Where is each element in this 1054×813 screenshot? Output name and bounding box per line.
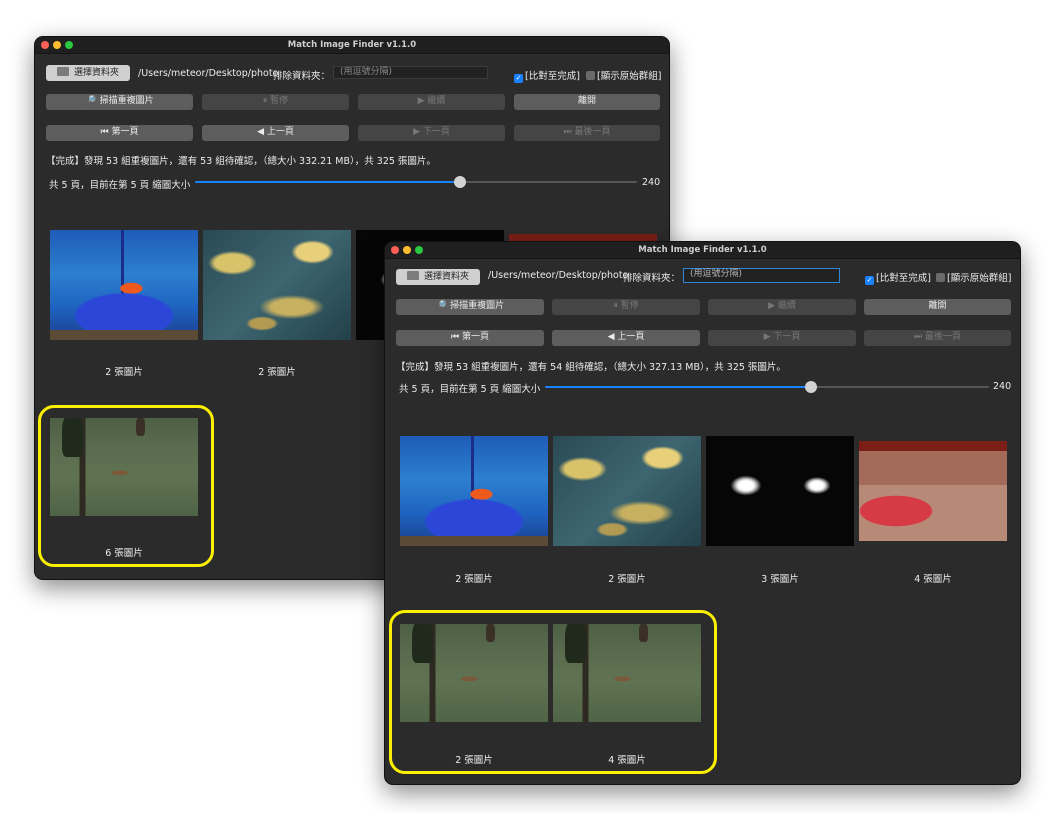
compare-done-checkbox[interactable]: ✓ [比對至完成] bbox=[865, 270, 931, 285]
show-groups-checkbox[interactable]: [顯示原始群組] bbox=[586, 68, 661, 82]
thumb-size-value: 240 bbox=[642, 177, 661, 188]
group-thumbnail[interactable] bbox=[859, 441, 1007, 541]
group-count: 4 張圖片 bbox=[608, 755, 646, 766]
exclude-label: 排除資料夾： bbox=[623, 273, 681, 284]
last-page-button[interactable]: ⏭ 最後一頁 bbox=[864, 330, 1011, 346]
window-title: Match Image Finder v1.1.0 bbox=[287, 40, 417, 50]
group-thumbnail[interactable] bbox=[400, 436, 548, 546]
group-thumbnail[interactable] bbox=[50, 230, 198, 340]
group-thumbnail[interactable] bbox=[50, 418, 198, 516]
prev-page-button[interactable]: ◀ 上一頁 bbox=[202, 125, 349, 141]
folder-icon bbox=[406, 271, 419, 280]
group-thumbnail[interactable] bbox=[203, 230, 351, 340]
folder-path: /Users/meteor/Desktop/photo bbox=[488, 270, 629, 281]
group-count: 3 張圖片 bbox=[761, 574, 799, 585]
choose-folder-label: 選擇資料夾 bbox=[423, 272, 469, 282]
first-page-button[interactable]: ⏮ 第一頁 bbox=[46, 125, 193, 141]
group-thumbnail[interactable] bbox=[553, 436, 701, 546]
page-info: 共 5 頁，目前在第 5 頁 縮圖大小 bbox=[49, 180, 191, 191]
folder-icon bbox=[56, 67, 69, 76]
group-count: 4 張圖片 bbox=[914, 574, 952, 585]
scan-label: 掃描重複圖片 bbox=[450, 301, 505, 311]
exclude-input[interactable]: (用逗號分隔) bbox=[333, 66, 488, 79]
thumb-size-slider[interactable] bbox=[545, 381, 989, 393]
folder-path: /Users/meteor/Desktop/photo bbox=[138, 68, 279, 79]
scan-label: 掃描重複圖片 bbox=[99, 96, 154, 106]
checkbox-checked-icon: ✓ bbox=[514, 74, 523, 83]
thumb-size-value: 240 bbox=[993, 381, 1012, 392]
group-thumbnail[interactable] bbox=[400, 624, 548, 722]
app-window-front: Match Image Finder v1.1.0 選擇資料夾 /Users/m… bbox=[384, 241, 1021, 785]
checkbox-checked-icon: ✓ bbox=[865, 276, 874, 285]
exit-button[interactable]: 離開 bbox=[864, 299, 1011, 315]
show-groups-checkbox[interactable]: [顯示原始群組] bbox=[936, 270, 1011, 284]
window-title: Match Image Finder v1.1.0 bbox=[638, 245, 767, 255]
choose-folder-label: 選擇資料夾 bbox=[73, 68, 119, 78]
group-thumbnail[interactable] bbox=[706, 436, 854, 546]
magnifier-icon: 🔎 bbox=[435, 301, 448, 311]
group-count: 2 張圖片 bbox=[455, 755, 493, 766]
group-count: 2 張圖片 bbox=[258, 367, 296, 378]
group-thumbnail[interactable] bbox=[553, 624, 701, 722]
scan-button[interactable]: 🔎 掃描重複圖片 bbox=[396, 299, 544, 315]
status-text: 【完成】發現 53 組重複圖片，還有 54 組待確認，（總大小 327.13 M… bbox=[396, 362, 786, 373]
title-bar: Match Image Finder v1.1.0 bbox=[35, 37, 669, 54]
last-page-button[interactable]: ⏭ 最後一頁 bbox=[514, 125, 660, 141]
checkbox-unchecked-icon bbox=[936, 273, 945, 282]
slider-knob[interactable] bbox=[454, 176, 467, 188]
group-count: 2 張圖片 bbox=[105, 367, 143, 378]
group-count: 2 張圖片 bbox=[455, 574, 493, 585]
pause-button[interactable]: ⏸ 暫停 bbox=[202, 94, 349, 110]
thumb-size-slider[interactable] bbox=[195, 176, 637, 188]
page-info: 共 5 頁，目前在第 5 頁 縮圖大小 bbox=[399, 384, 541, 395]
continue-button[interactable]: ▶ 繼續 bbox=[708, 299, 856, 315]
first-page-button[interactable]: ⏮ 第一頁 bbox=[396, 330, 544, 346]
compare-done-label: [比對至完成] bbox=[876, 273, 931, 284]
exit-button[interactable]: 離開 bbox=[514, 94, 660, 110]
slider-fill bbox=[545, 386, 812, 388]
choose-folder-button[interactable]: 選擇資料夾 bbox=[396, 269, 480, 285]
continue-button[interactable]: ▶ 繼續 bbox=[358, 94, 505, 110]
prev-page-button[interactable]: ◀ 上一頁 bbox=[552, 330, 700, 346]
show-groups-label: [顯示原始群組] bbox=[947, 273, 1012, 284]
slider-knob[interactable] bbox=[805, 381, 818, 393]
magnifier-icon: 🔎 bbox=[85, 96, 97, 106]
compare-done-checkbox[interactable]: ✓ [比對至完成] bbox=[514, 68, 580, 83]
compare-done-label: [比對至完成] bbox=[525, 71, 580, 82]
title-bar: Match Image Finder v1.1.0 bbox=[385, 242, 1020, 259]
choose-folder-button[interactable]: 選擇資料夾 bbox=[46, 65, 130, 81]
scan-button[interactable]: 🔎 掃描重複圖片 bbox=[46, 94, 193, 110]
slider-fill bbox=[195, 181, 461, 183]
group-count: 2 張圖片 bbox=[608, 574, 646, 585]
exclude-input[interactable]: (用逗號分隔) bbox=[683, 268, 840, 283]
checkbox-unchecked-icon bbox=[586, 71, 595, 80]
exclude-label: 排除資料夾： bbox=[273, 71, 331, 82]
next-page-button[interactable]: ▶ 下一頁 bbox=[708, 330, 856, 346]
status-text: 【完成】發現 53 組重複圖片，還有 53 組待確認，（總大小 332.21 M… bbox=[46, 156, 436, 167]
group-count: 6 張圖片 bbox=[105, 548, 143, 559]
show-groups-label: [顯示原始群組] bbox=[597, 71, 662, 82]
pause-button[interactable]: ⏸ 暫停 bbox=[552, 299, 700, 315]
next-page-button[interactable]: ▶ 下一頁 bbox=[358, 125, 505, 141]
